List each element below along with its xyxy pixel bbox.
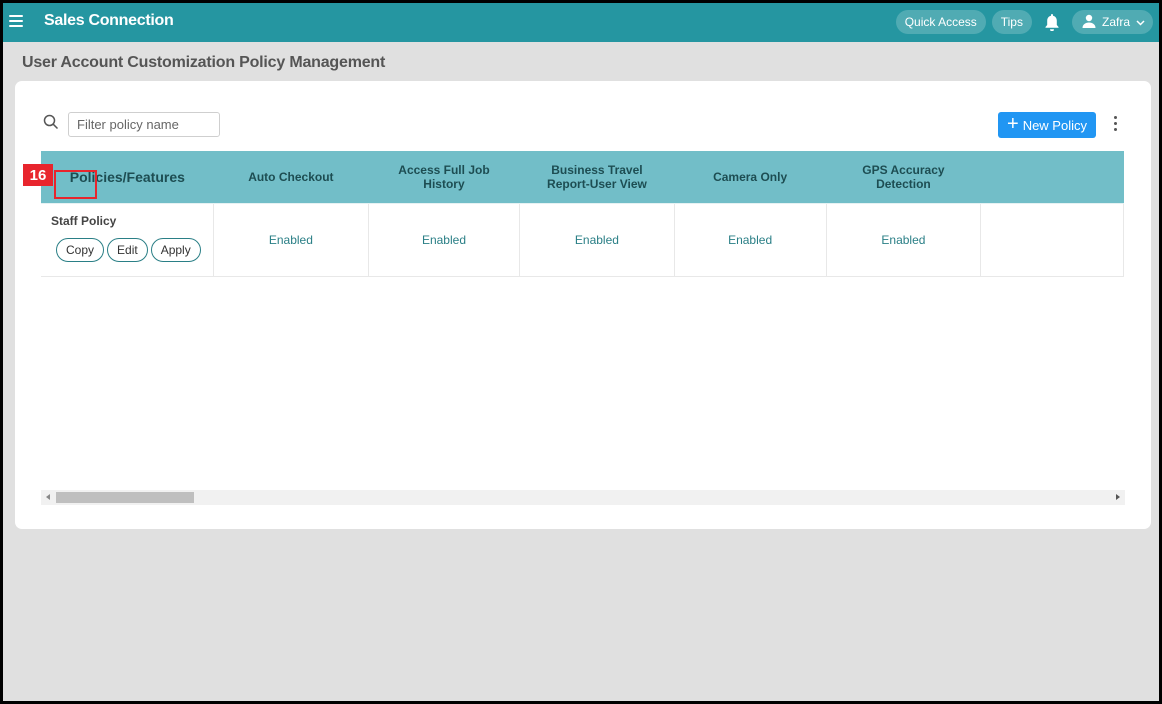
bell-icon[interactable] — [1042, 11, 1062, 33]
search-icon[interactable] — [43, 114, 59, 130]
column-header: Auto Checkout — [213, 151, 369, 204]
page-title: User Account Customization Policy Manage… — [22, 54, 386, 71]
more-vertical-icon[interactable] — [1109, 116, 1121, 136]
policy-name: Staff Policy — [51, 213, 117, 228]
new-policy-label: New Policy — [1022, 117, 1087, 133]
annotation-label: 16 — [23, 164, 53, 186]
filter-policy-input[interactable] — [68, 112, 220, 137]
copy-button[interactable]: Copy — [56, 237, 105, 262]
edit-button[interactable]: Edit — [107, 237, 148, 262]
quick-access-button[interactable]: Quick Access — [895, 10, 986, 34]
policy-cell: Staff Policy Copy Edit Apply — [41, 203, 215, 277]
column-header: Access Full Job History — [368, 151, 520, 204]
table-row: Staff Policy Copy Edit Apply Enabled Ena… — [41, 203, 1124, 277]
scrollbar-thumb[interactable] — [56, 492, 194, 503]
feature-status-cell-overflow — [980, 203, 1124, 277]
user-name: Zafra — [1101, 15, 1130, 29]
new-policy-button[interactable]: + New Policy — [998, 112, 1096, 138]
policy-table: Policies/Features Auto Checkout Access F… — [41, 151, 1124, 277]
scroll-right-icon[interactable] — [1116, 494, 1120, 500]
feature-status-cell: Enabled — [368, 203, 521, 277]
policy-table-container: Policies/Features Auto Checkout Access F… — [41, 151, 1124, 491]
feature-status-cell: Enabled — [674, 203, 827, 277]
hamburger-menu-icon[interactable] — [9, 15, 23, 27]
feature-status-cell: Enabled — [213, 203, 369, 277]
column-header: Camera Only — [674, 151, 827, 204]
apply-button[interactable]: Apply — [150, 237, 201, 262]
column-header: Policies/Features — [41, 151, 214, 204]
policy-card: + New Policy Policies/Features Auto Chec… — [15, 81, 1151, 529]
chevron-down-icon — [1136, 15, 1145, 29]
feature-status-cell: Enabled — [519, 203, 675, 277]
plus-icon: + — [1007, 113, 1019, 135]
app-window: Sales Connection Quick Access Tips Zafra… — [3, 3, 1159, 701]
user-icon — [1082, 14, 1096, 31]
user-menu-button[interactable]: Zafra — [1071, 10, 1153, 34]
column-header: Business Travel Report-User View — [519, 151, 675, 204]
feature-status-cell: Enabled — [826, 203, 982, 277]
tips-button[interactable]: Tips — [991, 10, 1032, 34]
header-actions: Quick Access Tips Zafra — [895, 10, 1153, 34]
horizontal-scrollbar[interactable] — [41, 490, 1125, 505]
column-header-overflow — [980, 151, 1124, 204]
table-header-row: Policies/Features Auto Checkout Access F… — [41, 151, 1124, 204]
column-header: GPS Accuracy Detection — [826, 151, 981, 204]
top-bar: Sales Connection Quick Access Tips Zafra — [3, 3, 1159, 42]
app-title[interactable]: Sales Connection — [44, 12, 174, 30]
row-actions: Copy Edit Apply — [56, 237, 213, 262]
scroll-left-icon[interactable] — [46, 494, 50, 500]
